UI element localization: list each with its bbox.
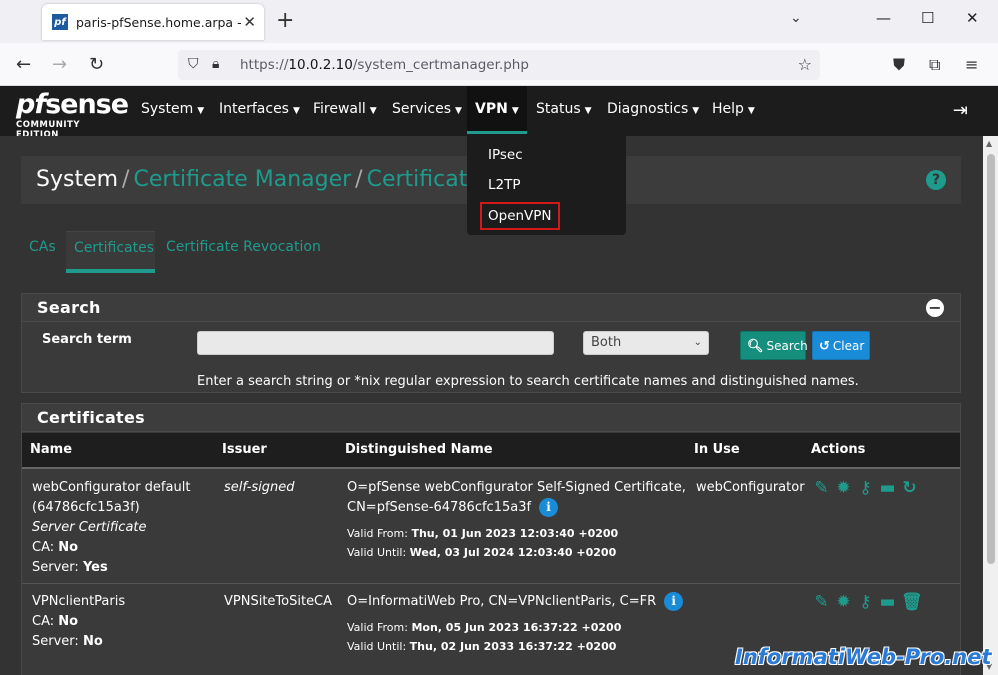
undo-icon: ↺ (819, 339, 830, 354)
logout-icon[interactable]: ⇥ (953, 100, 968, 121)
table-row: webConfigurator default (64786cfc15a3f) … (22, 471, 960, 584)
issuer-cell: VPNSiteToSiteCA (224, 594, 333, 609)
search-term-label: Search term (42, 332, 132, 347)
menu-firewall[interactable]: Firewall ▼ (305, 86, 385, 134)
col-in-use: In Use (694, 442, 740, 457)
browser-navbar: ← → ↻ ⛉ 🔒︎ https://10.0.2.10/system_cert… (0, 43, 998, 86)
back-icon[interactable]: ← (16, 54, 31, 75)
archive-icon[interactable]: ▬ (879, 480, 896, 497)
menu-item-l2tp[interactable]: L2TP (488, 177, 521, 193)
scroll-up-icon[interactable]: ▲ (986, 139, 992, 148)
issuer-cell: self-signed (224, 480, 295, 495)
clear-button[interactable]: ↺ Clear (812, 331, 870, 360)
certificates-heading: Certificates (22, 404, 960, 432)
tab-title: paris-pfSense.home.arpa - System (76, 14, 241, 30)
tab-certificate-revocation[interactable]: Certificate Revocation (158, 231, 329, 273)
search-panel: Search − Search term Both ⌄ 🔍︎ Search ↺ Cle… (21, 293, 961, 393)
menu-services[interactable]: Services ▼ (384, 86, 470, 134)
archive-icon[interactable]: ▬ (879, 594, 896, 611)
tab-cas[interactable]: CAs (21, 231, 64, 273)
certificates-panel: Certificates Name Issuer Distinguished N… (21, 403, 961, 675)
col-distinguished-name: Distinguished Name (345, 442, 493, 457)
tab-close-icon[interactable]: ✕ (243, 13, 256, 31)
info-icon[interactable]: i (539, 498, 559, 517)
menu-status[interactable]: Status ▼ (528, 86, 600, 134)
menu-vpn[interactable]: VPN ▼ (467, 86, 527, 134)
renew-icon[interactable]: ↻ (901, 480, 918, 497)
row-actions: ✎ ✹ ⚷ ▬ ↻ (813, 480, 918, 497)
tab-certificates[interactable]: Certificates (66, 231, 155, 273)
minimize-icon[interactable]: — (876, 9, 891, 27)
info-icon[interactable]: i (664, 592, 684, 611)
col-actions: Actions (811, 442, 866, 457)
search-scope-select[interactable]: Both ⌄ (583, 331, 709, 355)
cert-name-cell: webConfigurator default (64786cfc15a3f) … (32, 480, 191, 575)
menu-help[interactable]: Help ▼ (704, 86, 763, 134)
menu-diagnostics[interactable]: Diagnostics ▼ (599, 86, 707, 134)
lock-icon[interactable]: 🔒︎ (212, 56, 219, 72)
search-input[interactable] (197, 331, 554, 355)
breadcrumb-system: System (36, 167, 119, 192)
menu-item-openvpn[interactable]: OpenVPN (480, 202, 560, 230)
dn-cell: O=InformatiWeb Pro, CN=VPNclientParis, C… (347, 592, 687, 656)
maximize-icon[interactable]: ☐ (921, 9, 934, 27)
pocket-icon[interactable]: ⛊ (893, 55, 905, 75)
watermark: InformatiWeb-Pro.net (735, 645, 992, 669)
new-tab-icon[interactable]: + (276, 8, 294, 33)
trash-icon[interactable]: 🗑︎ (901, 594, 923, 611)
row-actions: ✎ ✹ ⚷ ▬ 🗑︎ (813, 594, 923, 611)
reload-icon[interactable]: ↻ (89, 54, 104, 75)
col-issuer: Issuer (222, 442, 267, 457)
key-icon[interactable]: ⚷ (857, 594, 874, 611)
url-bar[interactable]: ⛉ 🔒︎ https://10.0.2.10/system_certmanage… (178, 50, 820, 80)
menu-interfaces[interactable]: Interfaces ▼ (211, 86, 308, 134)
vpn-dropdown-menu: IPsec L2TP OpenVPN (467, 136, 626, 235)
table-header: Name Issuer Distinguished Name In Use Ac… (22, 433, 960, 469)
window-close-icon[interactable]: ✕ (966, 9, 979, 27)
menu-icon[interactable]: ≡ (965, 55, 978, 74)
shield-icon[interactable]: ⛉ (188, 56, 199, 72)
certificate-seal-icon[interactable]: ✹ (835, 594, 852, 611)
menu-item-ipsec[interactable]: IPsec (488, 147, 523, 163)
key-icon[interactable]: ⚷ (857, 480, 874, 497)
in-use-cell: webConfigurator (696, 480, 805, 495)
edit-icon[interactable]: ✎ (813, 594, 830, 611)
pfsense-header: pfsense COMMUNITY EDITION System ▼ Interf… (0, 86, 998, 140)
chevron-down-icon: ⌄ (693, 337, 702, 348)
bookmark-star-icon[interactable]: ☆ (798, 55, 812, 74)
collapse-icon[interactable]: − (926, 299, 944, 317)
browser-tab[interactable]: pf paris-pfSense.home.arpa - System ✕ (42, 4, 264, 40)
certificate-seal-icon[interactable]: ✹ (835, 480, 852, 497)
url-text[interactable]: https://10.0.2.10/system_certmanager.php (240, 57, 529, 73)
search-heading: Search (22, 294, 960, 322)
forward-icon[interactable]: → (52, 54, 67, 75)
pfsense-logo[interactable]: pfsense COMMUNITY EDITION (16, 90, 129, 141)
edit-icon[interactable]: ✎ (813, 480, 830, 497)
search-button[interactable]: 🔍︎ Search (740, 331, 808, 360)
chevron-down-icon[interactable]: ⌄ (790, 10, 802, 26)
extensions-icon[interactable]: ⧉ (929, 55, 940, 75)
menu-system[interactable]: System ▼ (133, 86, 212, 134)
help-icon[interactable]: ? (926, 170, 946, 190)
search-icon: 🔍︎ (747, 339, 764, 354)
pfsense-favicon-icon: pf (52, 14, 68, 30)
cert-name-cell: VPNclientParis CA: No Server: No (32, 594, 126, 649)
search-help-text: Enter a search string or *nix regular ex… (197, 374, 859, 389)
col-name: Name (30, 442, 73, 457)
page-scrollbar[interactable]: ▲ ▼ (983, 136, 998, 675)
dn-cell: O=pfSense webConfigurator Self-Signed Ce… (347, 480, 686, 559)
breadcrumb-certificate-manager[interactable]: Certificate Manager (133, 167, 351, 192)
scroll-thumb[interactable] (987, 154, 995, 564)
browser-tabbar: pf paris-pfSense.home.arpa - System ✕ + … (0, 0, 998, 43)
